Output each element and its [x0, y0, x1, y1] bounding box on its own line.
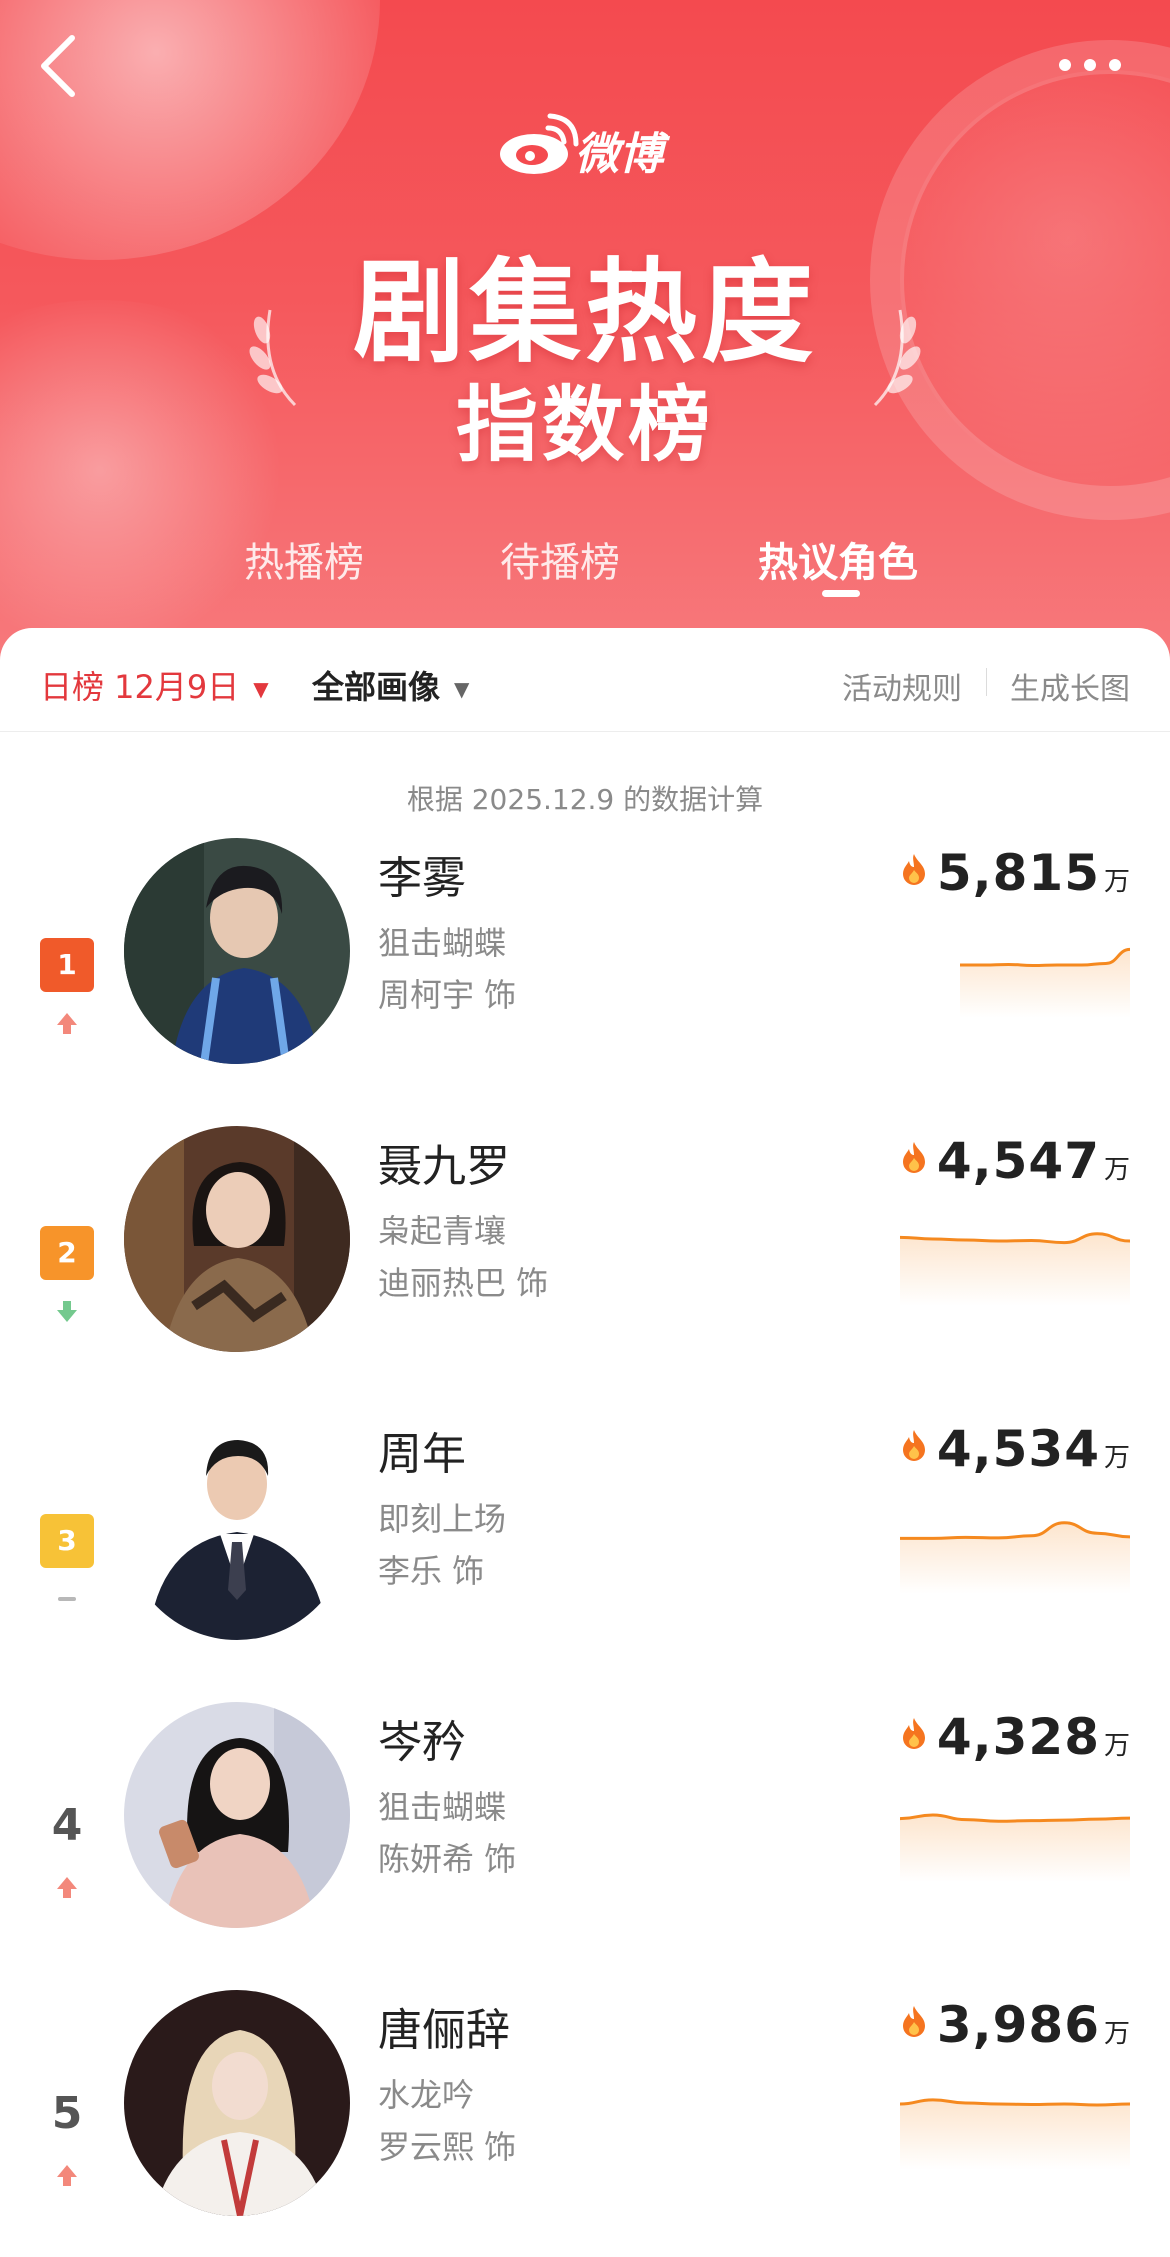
rank-badge: 3	[40, 1514, 94, 1568]
sparkline-area	[900, 1233, 1130, 1306]
category-filter-label: 全部画像	[312, 668, 441, 706]
flame-icon	[902, 1718, 925, 1749]
date-filter[interactable]: 日榜 12月9日 ▼	[40, 662, 269, 708]
trend-up-icon	[57, 1877, 77, 1898]
tab-bar: 热播榜 待播榜 热议角色	[0, 530, 1170, 610]
chevron-left-icon	[41, 35, 75, 97]
sparkline-area	[960, 949, 1130, 1018]
show-title: 狙击蝴蝶	[378, 1788, 507, 1826]
heat-score: 5,815 万	[899, 844, 1130, 902]
sparkline-area	[900, 1814, 1130, 1882]
avatar	[124, 838, 350, 1064]
heat-score: 4,328 万	[899, 1708, 1130, 1766]
trend-up-icon	[57, 1013, 77, 1034]
show-title: 即刻上场	[378, 1500, 507, 1538]
score-unit: 万	[1103, 1443, 1130, 1473]
actor-name: 罗云熙 饰	[378, 2128, 517, 2166]
actor-name: 陈妍希 饰	[378, 1840, 517, 1878]
active-tab-indicator	[822, 590, 860, 597]
trend-sparkline	[900, 1232, 1130, 1306]
flame-icon	[902, 2006, 925, 2037]
heat-score: 4,547 万	[899, 1132, 1130, 1190]
character-name: 周年	[378, 1429, 466, 1480]
list-item[interactable]: 1 李雾 狙击蝴蝶 周柯宇 饰 5,815 万	[0, 838, 1170, 1126]
rules-link[interactable]: 活动规则	[842, 664, 962, 708]
list-item[interactable]: 4 岑矜 狙击蝴蝶 陈妍希 饰 4,328 万	[0, 1702, 1170, 1990]
banner-subtitle: 指数榜	[455, 378, 714, 473]
character-name: 李雾	[378, 853, 466, 904]
character-name: 唐俪辞	[378, 2005, 510, 2056]
character-name: 岑矜	[378, 1717, 466, 1768]
score-unit: 万	[1103, 1731, 1130, 1761]
avatar	[124, 1990, 350, 2216]
show-title: 水龙吟	[378, 2076, 475, 2114]
score-value: 4,328	[936, 1708, 1100, 1766]
show-title: 狙击蝴蝶	[378, 924, 507, 962]
caret-down-icon: ▼	[253, 677, 269, 701]
more-dots-icon	[1059, 59, 1121, 71]
rank-badge: 1	[40, 938, 94, 992]
avatar	[124, 1702, 350, 1928]
trend-sparkline	[900, 2098, 1130, 2170]
trend-up-icon	[57, 2165, 77, 2186]
list-item[interactable]: 5 唐俪辞 水龙吟 罗云熙 饰 3,986 万	[0, 1990, 1170, 2257]
score-unit: 万	[1103, 867, 1130, 897]
trend-flat-icon	[58, 1597, 76, 1601]
divider	[986, 668, 987, 696]
category-filter[interactable]: 全部画像 ▼	[312, 662, 469, 708]
caret-down-icon: ▼	[454, 677, 470, 701]
actor-name: 迪丽热巴 饰	[378, 1264, 549, 1302]
avatar	[124, 1126, 350, 1352]
trend-sparkline	[900, 1813, 1130, 1882]
score-unit: 万	[1103, 1155, 1130, 1185]
rank-number: 4	[51, 1800, 83, 1851]
actor-name: 李乐 饰	[378, 1552, 485, 1590]
brand-name: 微博	[575, 129, 663, 180]
date-filter-label: 日榜 12月9日	[40, 668, 240, 706]
flame-icon	[902, 1142, 925, 1173]
tab-hot-characters[interactable]: 热议角色	[758, 530, 918, 588]
flame-icon	[902, 1430, 925, 1461]
score-unit: 万	[1103, 2019, 1130, 2049]
list-item[interactable]: 3 周年 即刻上场 李乐 饰 4,534 万	[0, 1414, 1170, 1702]
sparkline-line	[960, 947, 1130, 968]
header-banner: 微博 剧集热度 指数榜 热播榜 待播榜 热议角色	[0, 0, 1170, 660]
trend-down-icon	[57, 1301, 77, 1322]
score-value: 5,815	[936, 844, 1100, 902]
heat-score: 4,534 万	[899, 1420, 1130, 1478]
flame-icon	[902, 854, 925, 885]
score-value: 3,986	[936, 1996, 1100, 2054]
rank-badge: 2	[40, 1226, 94, 1280]
avatar	[124, 1414, 350, 1640]
data-note: 根据 2025.12.9 的数据计算	[406, 783, 764, 816]
actor-name: 周柯宇 饰	[378, 976, 517, 1014]
more-button[interactable]	[1055, 48, 1125, 82]
back-button[interactable]	[30, 30, 90, 100]
heat-score: 3,986 万	[899, 1996, 1130, 2054]
tab-hot-airing[interactable]: 热播榜	[244, 530, 364, 588]
rank-number: 5	[51, 2088, 83, 2139]
trend-sparkline	[960, 947, 1130, 1018]
ranking-card: 日榜 12月9日 ▼ 全部画像 ▼ 活动规则 生成长图 根据 2025.12.9 的…	[0, 628, 1170, 2257]
show-title: 枭起青壤	[378, 1212, 507, 1250]
trend-sparkline	[900, 1521, 1130, 1594]
character-name: 聂九罗	[378, 1141, 510, 1192]
score-value: 4,547	[936, 1132, 1100, 1190]
tab-upcoming[interactable]: 待播榜	[500, 530, 620, 588]
score-value: 4,534	[936, 1420, 1100, 1478]
generate-image-link[interactable]: 生成长图	[1010, 664, 1130, 708]
filter-bar: 日榜 12月9日 ▼ 全部画像 ▼ 活动规则 生成长图	[0, 628, 1170, 732]
sparkline-area	[900, 2099, 1130, 2170]
list-item[interactable]: 2 聂九罗 枭起青壤 迪丽热巴 饰 4,547 万	[0, 1126, 1170, 1414]
